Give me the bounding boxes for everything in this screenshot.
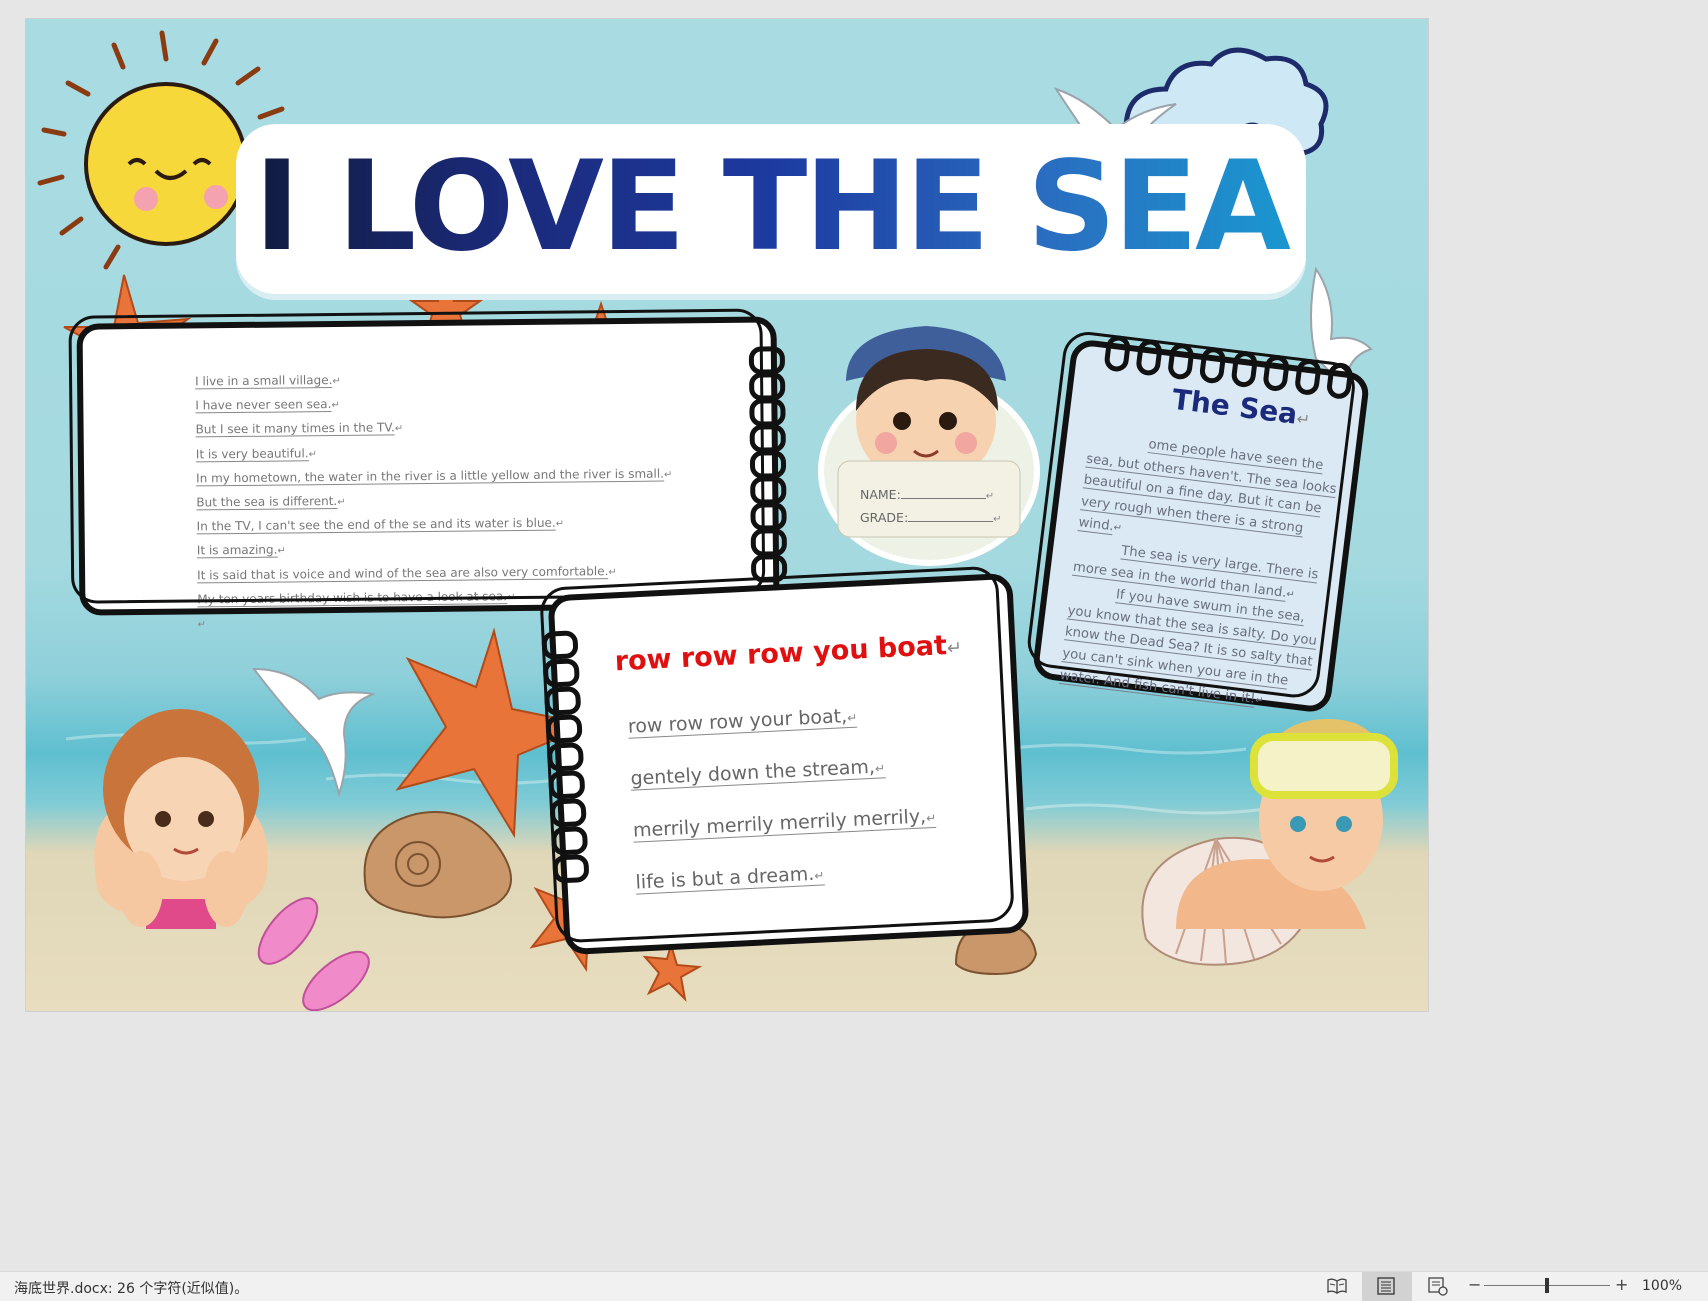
boy-with-goggles-illustration <box>1176 719 1398 929</box>
girl-illustration <box>94 709 268 929</box>
spiral-ring <box>749 450 787 479</box>
document-page: I LOVE THE SEA I live in a small village… <box>26 19 1428 1011</box>
story-notebook: I live in a small village.↵ I have never… <box>76 316 788 630</box>
spiral-ring <box>750 476 787 505</box>
grade-blank[interactable] <box>908 521 994 522</box>
song-notebook: row row row you boat↵ row row row your b… <box>541 572 1030 956</box>
spiral-ring <box>1135 338 1164 377</box>
spiral-ring <box>749 372 786 401</box>
spiral-ring <box>1293 357 1323 397</box>
spiral-ring <box>550 825 589 856</box>
spiral-ring <box>1230 349 1259 389</box>
name-label: NAME: <box>860 487 901 502</box>
spiral-ring <box>1198 345 1227 385</box>
poster-title: I LOVE THE SEA <box>236 142 1306 272</box>
spiral-ring <box>1325 361 1354 401</box>
song-line[interactable]: merrily merrily merrily merrily,↵ <box>632 804 937 843</box>
spiral-ring <box>541 630 579 660</box>
document-status[interactable]: 海底世界.docx: 26 个字符(近似值)。 <box>14 1278 248 1298</box>
spiral-ring <box>542 658 580 688</box>
spiral-ring <box>750 528 787 557</box>
sea-card-title[interactable]: The Sea↵ <box>1170 383 1312 433</box>
zoom-out-button[interactable]: − <box>1468 1275 1481 1294</box>
spiral-ring <box>543 686 582 716</box>
poster-title-banner: I LOVE THE SEA <box>236 124 1306 294</box>
flip-flops-icon <box>257 897 370 1011</box>
spiral-ring <box>552 853 590 884</box>
grade-field[interactable]: GRADE: ↵ <box>860 507 1002 530</box>
spiral-ring <box>1166 341 1196 381</box>
spiral-ring <box>750 554 788 583</box>
spiral-ring <box>749 424 786 453</box>
spiral-ring <box>545 714 583 744</box>
web-layout-icon[interactable] <box>1427 1276 1449 1296</box>
grade-label: GRADE: <box>860 510 909 525</box>
boy-badge-illustration <box>818 326 1040 566</box>
spiral-ring <box>546 742 585 772</box>
sea-notebook: The Sea↵ ome people have seen the sea, b… <box>1031 334 1371 715</box>
spiral-ring <box>548 769 586 800</box>
spiral-ring <box>749 398 786 427</box>
song-line[interactable]: row row row your boat,↵ <box>627 704 858 739</box>
status-bar: 海底世界.docx: 26 个字符(近似值)。 − + 100% <box>0 1271 1708 1301</box>
spiral-ring <box>748 346 786 375</box>
print-layout-button[interactable] <box>1362 1272 1412 1301</box>
zoom-level[interactable]: 100% <box>1642 1278 1682 1294</box>
spiral-ring <box>1262 353 1291 393</box>
zoom-in-button[interactable]: + <box>1615 1275 1628 1294</box>
zoom-slider-thumb[interactable] <box>1545 1278 1549 1293</box>
sea-card-text[interactable]: ome people have seen the sea, but others… <box>1058 427 1350 719</box>
song-line[interactable]: life is but a dream.↵ <box>635 862 825 895</box>
name-blank[interactable] <box>900 498 986 499</box>
print-layout-icon <box>1377 1277 1395 1295</box>
spiral-ring <box>549 797 587 828</box>
spiral-ring <box>1103 334 1132 373</box>
song-line[interactable]: gentely down the stream,↵ <box>629 755 886 791</box>
name-field[interactable]: NAME: ↵ <box>860 484 1002 507</box>
read-mode-icon[interactable] <box>1326 1276 1348 1296</box>
spiral-ring <box>750 502 787 531</box>
badge-form: NAME: ↵ GRADE: ↵ <box>860 484 1002 530</box>
song-title[interactable]: row row row you boat↵ <box>614 629 963 677</box>
